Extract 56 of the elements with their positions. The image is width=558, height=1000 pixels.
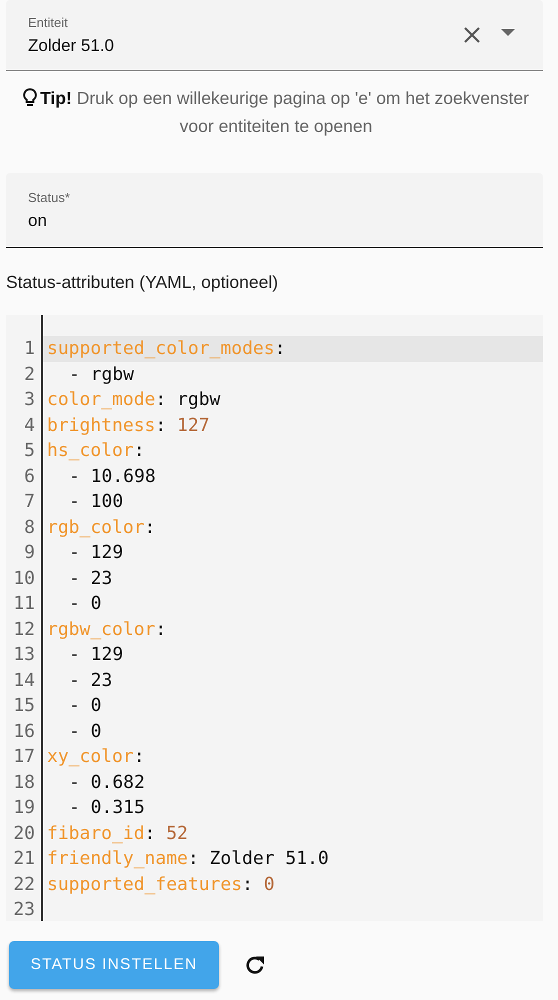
close-icon[interactable] — [463, 26, 481, 44]
line-number: 1 — [23, 338, 35, 360]
code-line: - 0 — [69, 695, 102, 716]
line-number: 3 — [23, 389, 35, 410]
code-line: hs_color: — [47, 440, 145, 462]
line-number: 7 — [23, 491, 35, 512]
line-number: 11 — [12, 593, 35, 614]
code-line: - 129 — [69, 644, 124, 666]
code-line: - 23 — [69, 670, 112, 691]
line-number: 16 — [12, 720, 35, 742]
code-line: - 10.698 — [69, 466, 156, 487]
code-line: - 0 — [69, 593, 102, 614]
line-number: 14 — [12, 670, 35, 691]
caret-icon[interactable] — [501, 28, 515, 36]
status-field[interactable]: Status* on — [6, 173, 543, 248]
line-number: 19 — [12, 797, 35, 818]
field-value: on — [28, 210, 47, 230]
code-line: - 0.682 — [69, 772, 145, 793]
line-number: 8 — [23, 516, 35, 538]
line-number: 22 — [12, 874, 35, 895]
field-value: Zolder 51.0 — [28, 36, 114, 56]
code-line: friendly_name: Zolder 51.0 — [47, 848, 329, 870]
line-number: 21 — [12, 848, 35, 870]
line-number: 15 — [12, 695, 35, 716]
code-line: rgb_color: — [47, 516, 156, 538]
line-number: 20 — [12, 822, 35, 844]
code-line: - 23 — [69, 568, 112, 589]
code-line: - 0 — [69, 720, 102, 742]
code-line: fibaro_id: 52 — [47, 822, 188, 844]
code-line: supported_color_modes: — [47, 338, 286, 360]
code-line: supported_features: 0 — [47, 874, 275, 895]
line-number: 6 — [23, 466, 35, 487]
field-label: Status* — [28, 190, 70, 204]
lightbulb-icon — [23, 88, 38, 107]
field-label: Entiteit — [28, 14, 68, 30]
line-number: 5 — [23, 440, 35, 462]
entity-field[interactable]: Entiteit Zolder 51.0 — [6, 0, 543, 71]
line-number: 9 — [23, 542, 35, 564]
tip-text: Tip! Druk op een willekeurige pagina op 'e' om het zoekvenster voor entiteiten te openen — [40, 88, 529, 136]
line-number: 13 — [12, 644, 35, 666]
code-line: - 100 — [69, 491, 124, 512]
section-label: Status-attributen (YAML, optioneel) — [6, 272, 280, 293]
line-number: 17 — [12, 746, 35, 768]
line-number: 4 — [23, 414, 35, 436]
line-number: 18 — [12, 772, 35, 793]
code-line: brightness: 127 — [47, 414, 210, 436]
code-line: color_mode: rgbw — [47, 389, 220, 410]
code-line: - 129 — [69, 542, 124, 564]
line-number: 10 — [12, 568, 35, 589]
code-line: - 0.315 — [69, 797, 145, 818]
line-number: 12 — [12, 618, 35, 640]
line-number: 2 — [23, 364, 35, 385]
code-line: - rgbw — [69, 364, 134, 385]
code-line: rgbw_color: — [47, 618, 166, 640]
code-line: xy_color: — [47, 746, 145, 768]
line-number: 23 — [12, 899, 35, 920]
